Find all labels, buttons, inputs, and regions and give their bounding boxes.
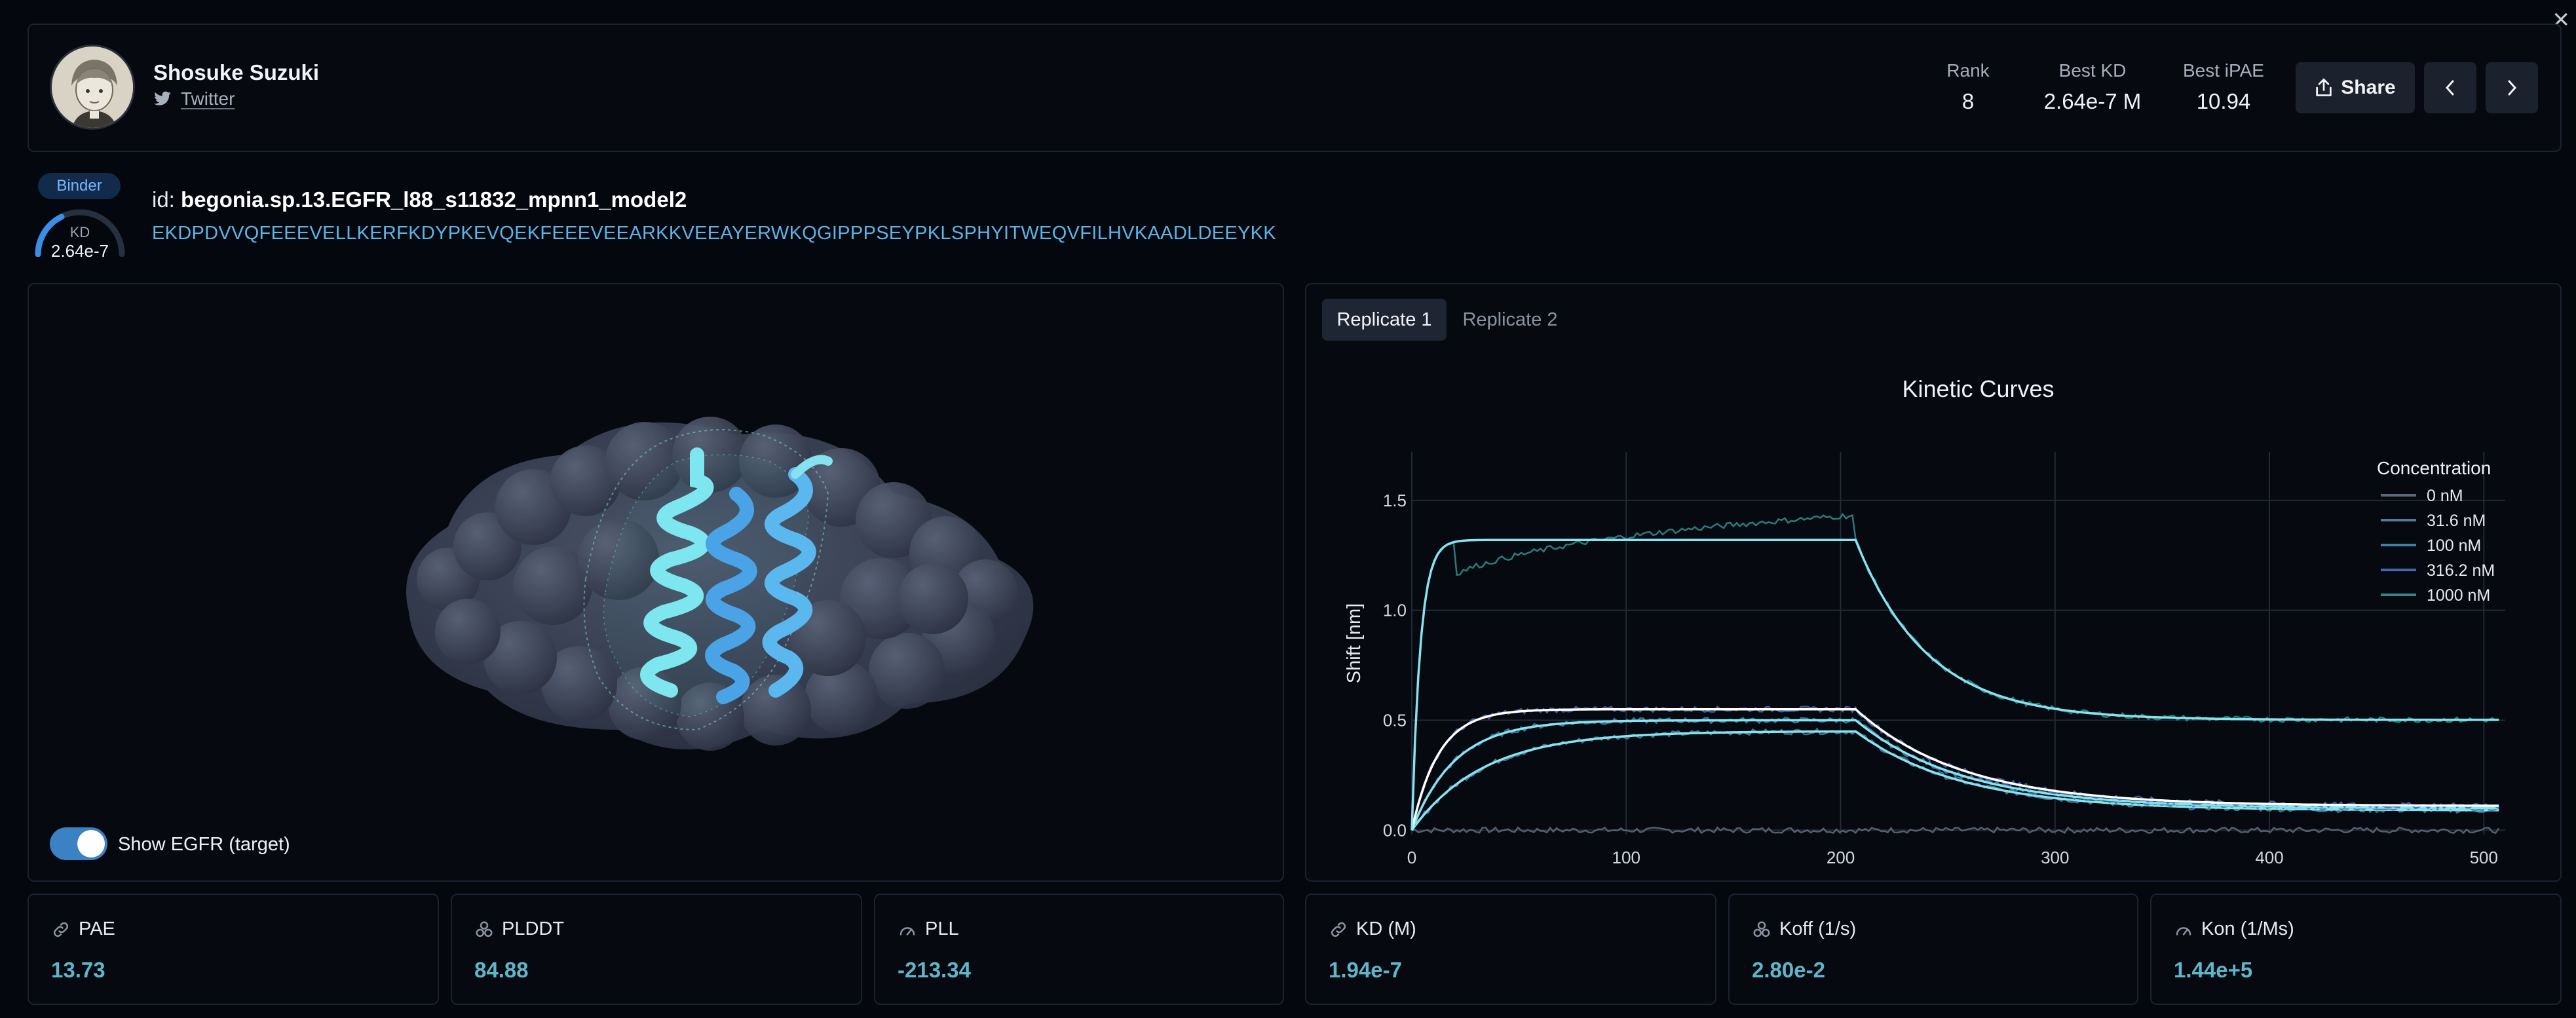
metric-label-text: PAE (79, 918, 115, 939)
show-target-toggle[interactable] (50, 827, 107, 860)
metric-value: -213.34 (898, 958, 971, 982)
gauge-icon (2176, 926, 2191, 935)
twitter-label: Twitter (181, 88, 235, 109)
metric-value: 1.94e-7 (1329, 958, 1402, 982)
metric-value: 84.88 (474, 958, 529, 982)
legend-item: 100 nM (2427, 537, 2481, 555)
y-axis-label: Shift [nm] (1344, 603, 1365, 684)
id-prefix: id: (152, 187, 175, 212)
series-trace-4 (1411, 512, 2499, 828)
stat-best-ipae: Best iPAE 10.94 (2171, 60, 2276, 114)
metric-label: KD (M) (1329, 918, 1416, 940)
user-name: Shosuke Suzuki (153, 60, 320, 85)
sequence: EKDPDVVQFEEEVELLKERFKDYPKEVQEKFEEEVEEARK… (152, 223, 1276, 244)
x-tick-label: 300 (2041, 848, 2069, 867)
stat-value: 8 (1961, 89, 1975, 113)
gauge-icon (900, 926, 915, 935)
toggle-knob (77, 830, 105, 858)
metric-value: 13.73 (51, 958, 105, 982)
cluster-icon (476, 921, 493, 937)
metric-label: PLDDT (474, 918, 564, 940)
share-icon (2316, 78, 2332, 96)
chart-title: Kinetic Curves (1902, 375, 2054, 402)
protein-structure (406, 417, 1034, 751)
profile-header: Shosuke Suzuki Twitter Rank 8 Best KD 2.… (28, 24, 2562, 152)
metric-value: 2.80e-2 (1752, 958, 1825, 982)
y-tick-label: 0.0 (1383, 820, 1407, 840)
stat-value: 2.64e-7 M (2043, 89, 2142, 113)
x-tick-label: 100 (1612, 848, 1640, 867)
metric-label: PLL (898, 918, 959, 940)
gauge-value: 2.64e-7 (50, 241, 109, 261)
legend-title: Concentration (2377, 458, 2491, 478)
twitter-link[interactable]: Twitter (153, 88, 235, 109)
metric-card-pae: PAE 13.73 (28, 894, 439, 1005)
cluster-icon (1753, 921, 1770, 937)
next-button[interactable] (2486, 62, 2538, 113)
metric-label-text: Koff (1/s) (1779, 918, 1857, 939)
y-tick-label: 1.0 (1383, 601, 1407, 620)
stat-rank: Rank 8 (1929, 60, 2007, 114)
previous-button[interactable] (2424, 62, 2476, 113)
stat-label: Best KD (2058, 60, 2127, 81)
metric-label: Kon (1/Ms) (2174, 918, 2294, 940)
structure-viewer[interactable]: Show EGFR (target) (28, 283, 1284, 882)
metric-card-kon: Kon (1/Ms) 1.44e+5 (2150, 894, 2562, 1005)
metric-card-koff: Koff (1/s) 2.80e-2 (1728, 894, 2138, 1005)
metric-label-text: KD (M) (1356, 918, 1416, 939)
legend-item: 316.2 nM (2427, 561, 2495, 580)
design-id: id: begonia.sp.13.EGFR_l88_s11832_mpnn1_… (152, 187, 687, 212)
kinetics-panel: Replicate 1 Replicate 2 Kinetic Curves 0.… (1305, 283, 2562, 882)
id-value: begonia.sp.13.EGFR_l88_s11832_mpnn1_mode… (181, 187, 687, 212)
series-fit-4 (1411, 538, 2499, 831)
metric-card-plddt: PLDDT 84.88 (451, 894, 862, 1005)
avatar (50, 45, 135, 130)
link-icon (1331, 922, 1346, 937)
binder-badge: Binder (38, 173, 121, 199)
show-target-label: Show EGFR (target) (118, 834, 290, 855)
legend-item: 0 nM (2427, 487, 2463, 505)
y-tick-label: 1.5 (1383, 491, 1407, 510)
metric-label: Koff (1/s) (1752, 918, 1856, 940)
metric-card-kd: KD (M) 1.94e-7 (1305, 894, 1716, 1005)
x-tick-label: 500 (2470, 848, 2498, 867)
y-tick-label: 0.5 (1383, 710, 1407, 730)
chevron-left-icon (2445, 80, 2454, 96)
metric-label-text: PLL (925, 918, 959, 939)
stat-label: Rank (1946, 60, 1990, 81)
x-tick-label: 200 (1827, 848, 1855, 867)
stat-best-kd: Best KD 2.64e-7 M (2027, 60, 2158, 114)
series-fit-3 (1411, 707, 2499, 831)
stat-value: 10.94 (2196, 89, 2251, 113)
x-tick-label: 0 (1407, 848, 1416, 867)
share-button[interactable]: Share (2296, 62, 2415, 113)
metric-label-text: PLDDT (502, 918, 565, 939)
series-fit-1 (1411, 730, 2499, 831)
legend-item: 1000 nM (2427, 586, 2490, 605)
kinetic-chart: Kinetic Curves 0.0 0.5 1.0 1.5 0 100 200 300 400 5… (1344, 375, 2505, 867)
metric-card-pll: PLL -213.34 (874, 894, 1284, 1005)
metric-label-text: Kon (1/Ms) (2201, 918, 2294, 939)
legend-item: 31.6 nM (2427, 512, 2486, 530)
twitter-icon (154, 91, 171, 105)
metric-value: 1.44e+5 (2174, 958, 2253, 982)
chevron-right-icon (2508, 80, 2517, 96)
stat-label: Best iPAE (2183, 60, 2264, 81)
share-label: Share (2341, 77, 2396, 98)
link-icon (53, 922, 69, 937)
gauge-label: KD (69, 224, 90, 240)
metric-label: PAE (51, 918, 115, 940)
x-tick-label: 400 (2255, 848, 2283, 867)
